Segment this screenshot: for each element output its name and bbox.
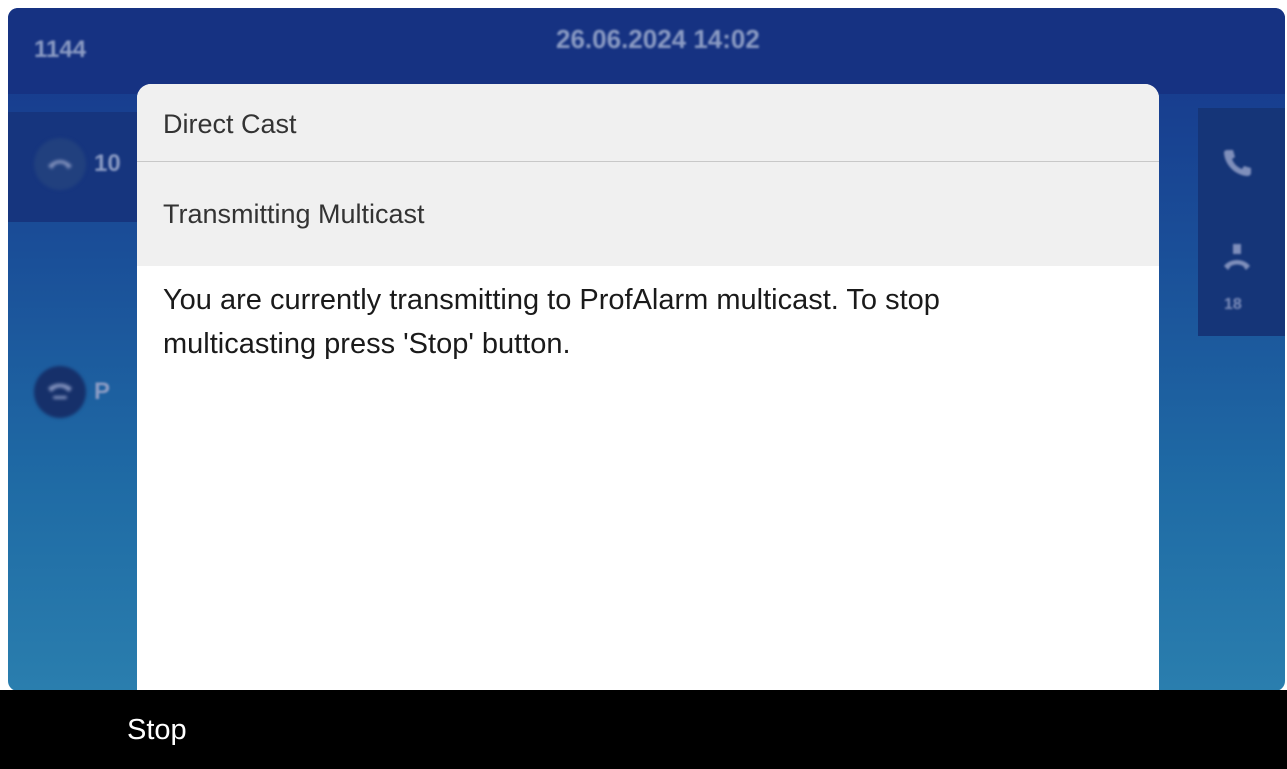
call-active-icon	[34, 138, 86, 190]
pickup-count-badge: 18	[1224, 296, 1242, 313]
dialog-subtitle: Transmitting Multicast	[137, 162, 1159, 266]
dialog-message: You are currently transmitting to ProfAl…	[163, 284, 940, 360]
status-bar: 1144 26.06.2024 14:02	[8, 8, 1285, 94]
dialog-title: Direct Cast	[137, 84, 1159, 162]
extension-number: 1144	[34, 36, 87, 63]
line-key-label: 10	[94, 150, 121, 177]
direct-cast-dialog: Direct Cast Transmitting Multicast You a…	[137, 84, 1159, 694]
stop-button[interactable]: Stop	[127, 714, 187, 747]
date-time: 26.06.2024 14:02	[556, 24, 760, 54]
call-pickup-icon[interactable]	[1220, 242, 1254, 287]
line-key-label: P	[94, 378, 111, 405]
right-feature-panel: 18	[1198, 108, 1285, 336]
phone-icon[interactable]	[1220, 146, 1254, 185]
softkey-bar: Stop	[0, 690, 1287, 769]
handset-icon	[34, 366, 86, 418]
